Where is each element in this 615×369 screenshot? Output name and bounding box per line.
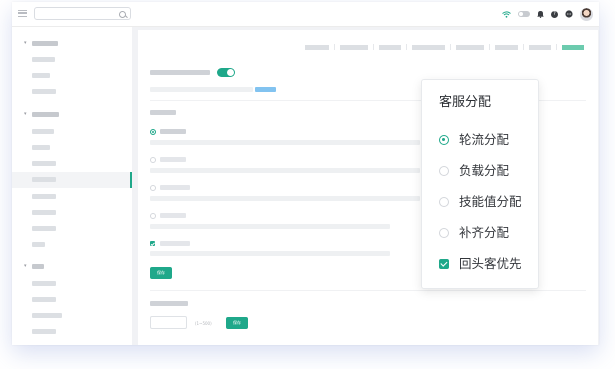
limit-input[interactable] (150, 316, 187, 329)
sidebar-item[interactable] (12, 292, 132, 308)
breadcrumb-item[interactable] (412, 44, 445, 50)
option-skill-based[interactable]: 技能值分配 (439, 193, 534, 211)
breadcrumb-item[interactable] (495, 44, 518, 50)
bell-icon[interactable] (537, 10, 544, 18)
sidebar-item[interactable] (12, 221, 132, 237)
limit-label (150, 301, 188, 306)
chat-icon[interactable] (565, 10, 573, 18)
sidebar-item[interactable] (12, 189, 132, 205)
top-bar-icons: ? (502, 6, 593, 22)
caret-down-icon: ▾ (24, 111, 27, 117)
option-label: 补齐分配 (459, 225, 510, 240)
option-label (160, 129, 186, 134)
menu-icon[interactable] (18, 10, 27, 17)
option-description (150, 196, 420, 201)
option-checkbox[interactable] (150, 241, 155, 246)
option-label: 技能值分配 (459, 194, 522, 209)
breadcrumb-item-current[interactable] (562, 44, 584, 50)
option-radio[interactable] (150, 129, 156, 135)
top-bar: ? (12, 2, 599, 27)
option-returning-customer-first[interactable]: 回头客优先 (439, 255, 534, 273)
option-description (150, 224, 390, 229)
option-round-robin[interactable]: 轮流分配 (439, 131, 534, 149)
sidebar-item[interactable] (12, 276, 132, 292)
service-assignment-popup: 客服分配 轮流分配 负载分配 技能值分配 补齐分配 回头客优先 (421, 79, 539, 289)
radio-checked-icon[interactable] (439, 135, 449, 145)
breadcrumb-item[interactable] (456, 44, 484, 50)
option-radio[interactable] (150, 185, 156, 191)
sidebar-item[interactable] (12, 324, 132, 340)
sidebar-item[interactable] (12, 124, 132, 140)
avatar[interactable] (580, 7, 593, 21)
sidebar-group-3[interactable]: ▾ (12, 259, 132, 275)
sidebar-item-active[interactable] (12, 172, 132, 188)
sidebar-item[interactable] (12, 52, 132, 68)
enable-toggle[interactable] (217, 68, 235, 77)
checkbox-checked-icon[interactable] (439, 259, 449, 269)
option-radio[interactable] (150, 213, 156, 219)
caret-down-icon: ▾ (24, 263, 27, 269)
breadcrumb (305, 44, 584, 50)
option-label: 负载分配 (459, 163, 510, 178)
group-label (150, 110, 176, 115)
sidebar-item[interactable] (12, 308, 132, 324)
sidebar-item[interactable] (12, 156, 132, 172)
sidebar-item[interactable] (12, 205, 132, 221)
breadcrumb-item[interactable] (529, 44, 551, 50)
sidebar-group-1[interactable]: ▾ (12, 36, 132, 52)
option-fill-up[interactable]: 补齐分配 (439, 224, 534, 242)
option-label (160, 213, 186, 218)
sidebar-item[interactable] (12, 68, 132, 84)
option-label (160, 185, 190, 190)
sidebar-item[interactable] (12, 237, 132, 253)
option-label: 轮流分配 (459, 132, 510, 147)
caret-down-icon: ▾ (24, 40, 27, 46)
help-link[interactable] (255, 87, 276, 92)
breadcrumb-item[interactable] (379, 44, 401, 50)
help-icon[interactable]: ? (551, 10, 558, 18)
radio-icon[interactable] (439, 166, 449, 176)
option-label (160, 157, 186, 162)
radio-icon[interactable] (439, 197, 449, 207)
option-description (150, 140, 420, 145)
option-description (150, 251, 390, 256)
sidebar: ▾ ▾ ▾ (12, 27, 132, 345)
option-load-based[interactable]: 负载分配 (439, 162, 534, 180)
wifi-icon[interactable] (502, 10, 511, 18)
breadcrumb-item[interactable] (340, 44, 368, 50)
popup-title: 客服分配 (439, 95, 492, 110)
option-radio[interactable] (150, 157, 156, 163)
section-description (150, 87, 253, 92)
search-icon[interactable] (119, 10, 126, 18)
breadcrumb-item[interactable] (305, 44, 329, 50)
sidebar-group-2[interactable]: ▾ (12, 107, 132, 123)
toggle-icon[interactable] (518, 11, 530, 17)
option-label (160, 241, 190, 246)
search-input[interactable] (34, 7, 131, 20)
option-description (150, 168, 420, 173)
option-label: 回头客优先 (459, 256, 522, 271)
sidebar-item[interactable] (12, 84, 132, 100)
range-hint: (1~500) (195, 321, 212, 326)
radio-icon[interactable] (439, 228, 449, 238)
section-title (150, 70, 210, 75)
save-button[interactable]: 保存 (150, 267, 172, 279)
sidebar-item[interactable] (12, 140, 132, 156)
limit-save-button[interactable]: 保存 (226, 317, 248, 329)
